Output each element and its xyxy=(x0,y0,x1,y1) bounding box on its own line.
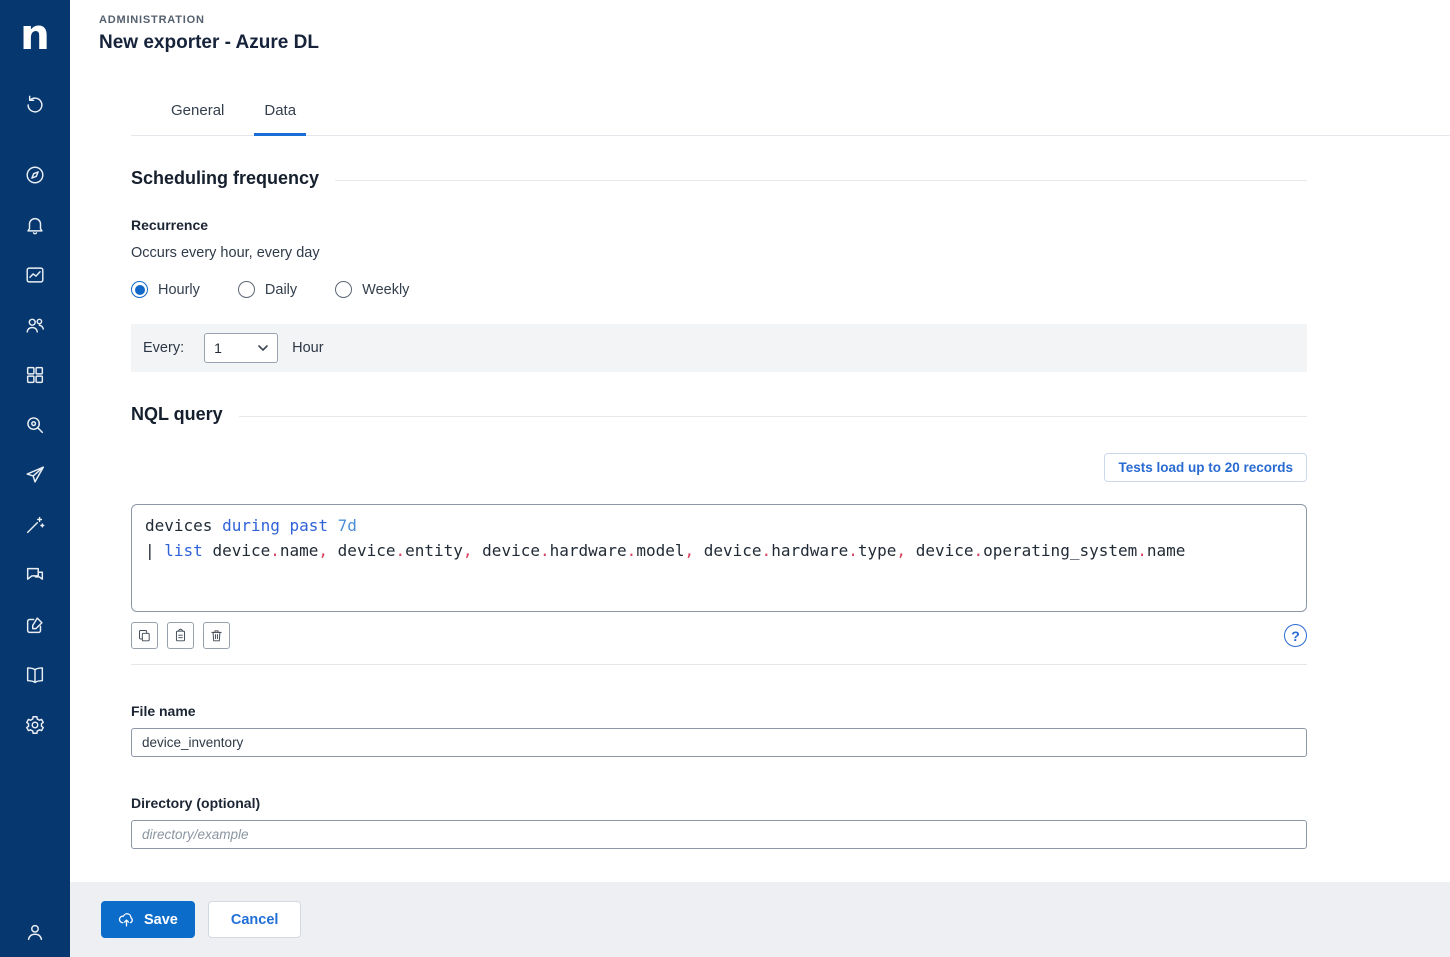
every-label: Every: xyxy=(143,340,185,356)
page-title: New exporter - Azure DL xyxy=(99,32,319,53)
trash-icon[interactable] xyxy=(203,622,230,649)
radio-label: Daily xyxy=(264,281,298,298)
nql-query-editor[interactable]: devices during past 7d | list device.name… xyxy=(131,504,1307,612)
recurrence-weekly-radio[interactable]: Weekly xyxy=(335,281,409,298)
paste-icon[interactable] xyxy=(167,622,194,649)
nql-section-title: NQL query xyxy=(131,404,223,424)
logo-letter: n xyxy=(20,10,50,59)
tests-row: Tests load up to 20 records xyxy=(131,453,1307,482)
chevron-down-icon xyxy=(258,345,268,351)
bell-icon[interactable] xyxy=(24,214,46,236)
main-area: ADMINISTRATION New exporter - Azure DL G… xyxy=(70,0,1450,957)
help-icon[interactable]: ? xyxy=(1284,624,1307,647)
every-unit: Hour xyxy=(292,340,324,356)
scheduling-section-title: Scheduling frequency xyxy=(131,168,320,188)
recurrence-daily-radio[interactable]: Daily xyxy=(237,281,298,298)
page-header: ADMINISTRATION New exporter - Azure DL xyxy=(70,0,1450,54)
compass-icon[interactable] xyxy=(24,164,46,186)
file-name-label: File name xyxy=(131,703,196,719)
upload-icon xyxy=(118,913,133,927)
gear-icon[interactable] xyxy=(24,714,46,736)
radio-label: Hourly xyxy=(158,281,200,298)
recurrence-label: Recurrence xyxy=(131,217,209,233)
sidebar: n xyxy=(0,0,70,957)
nql-section-head: NQL query xyxy=(131,404,1307,425)
radio-circle-icon xyxy=(131,281,148,298)
section-divider xyxy=(238,416,1307,417)
act-icon[interactable] xyxy=(24,464,46,486)
recurrence-options: Hourly Daily Weekly xyxy=(131,281,1307,298)
file-name-input[interactable] xyxy=(131,728,1307,757)
directory-input[interactable] xyxy=(131,820,1307,849)
recurrence-hourly-radio[interactable]: Hourly xyxy=(131,281,200,298)
sidebar-nav xyxy=(24,94,46,764)
save-button-label: Save xyxy=(144,911,178,928)
users-icon[interactable] xyxy=(24,314,46,336)
breadcrumb: ADMINISTRATION xyxy=(99,14,205,26)
recurrence-summary: Occurs every hour, every day xyxy=(131,245,320,261)
tab-data[interactable]: Data xyxy=(244,96,316,136)
editor-toolbar: ? xyxy=(131,622,1307,665)
chat-icon[interactable] xyxy=(24,564,46,586)
book-icon[interactable] xyxy=(24,664,46,686)
directory-label: Directory (optional) xyxy=(131,795,261,811)
every-select[interactable]: 1 xyxy=(204,333,279,363)
cancel-button[interactable]: Cancel xyxy=(207,901,302,938)
radio-circle-icon xyxy=(335,281,353,298)
page-content: General Data Scheduling frequency Recurr… xyxy=(70,54,1450,882)
tab-bar: General Data xyxy=(131,96,1450,136)
save-button[interactable]: Save xyxy=(101,901,195,938)
section-divider xyxy=(335,180,1307,181)
edit-icon[interactable] xyxy=(24,614,46,636)
tab-general[interactable]: General xyxy=(151,96,244,135)
refresh-icon[interactable] xyxy=(24,94,46,116)
nexthink-logo[interactable]: n xyxy=(0,0,70,70)
search-icon[interactable] xyxy=(24,414,46,436)
radio-label: Weekly xyxy=(362,281,410,298)
user-icon[interactable] xyxy=(24,921,46,943)
every-select-value: 1 xyxy=(214,340,222,356)
radio-circle-icon xyxy=(237,281,255,298)
copy-icon[interactable] xyxy=(131,622,158,649)
tests-load-button[interactable]: Tests load up to 20 records xyxy=(1104,453,1307,482)
chart-icon[interactable] xyxy=(24,264,46,286)
grid-icon[interactable] xyxy=(24,364,46,386)
action-bar: Save Cancel xyxy=(70,882,1450,957)
wand-icon[interactable] xyxy=(24,514,46,536)
scheduling-section-head: Scheduling frequency xyxy=(131,168,1307,189)
every-bar: Every: 1 Hour xyxy=(131,324,1307,372)
